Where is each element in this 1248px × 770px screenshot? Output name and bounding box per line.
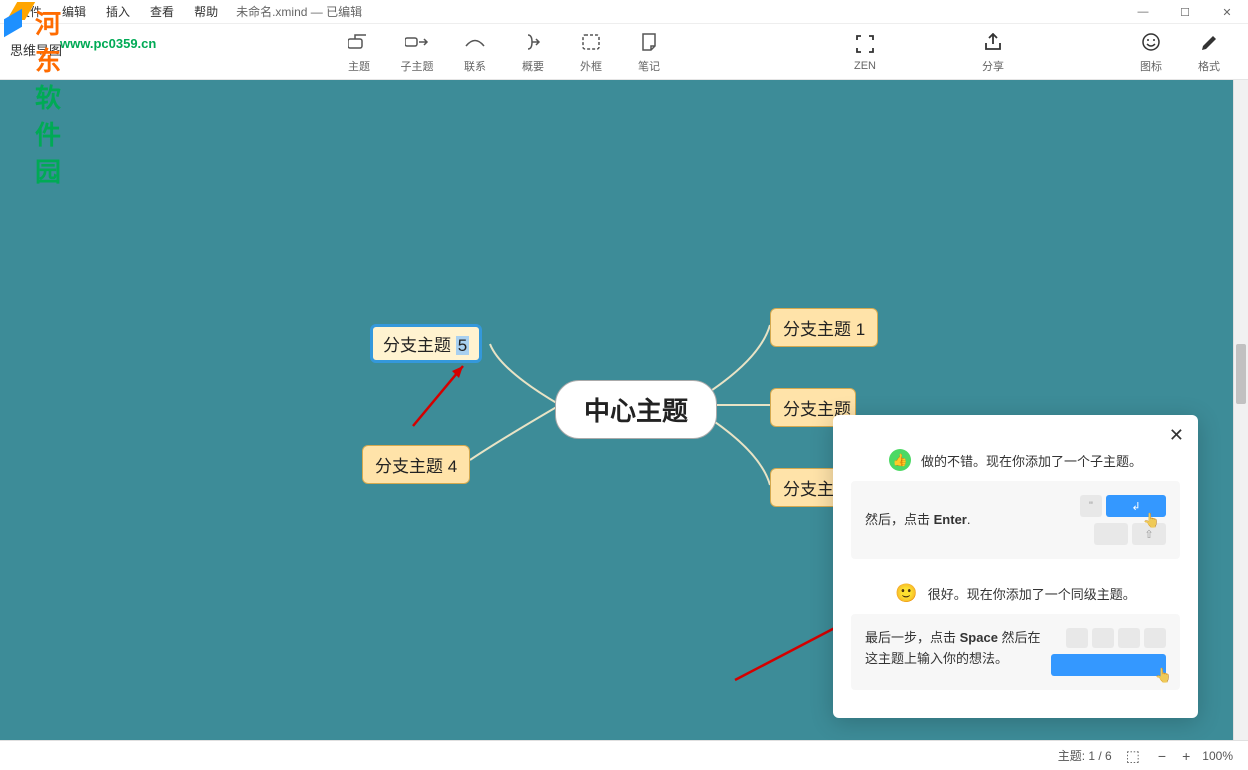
toolbar-format[interactable]: 格式	[1185, 30, 1233, 74]
toolbar-zen[interactable]: ZEN	[841, 30, 889, 74]
window-controls: — ☐ ✕	[1122, 0, 1248, 24]
smile-icon	[1142, 30, 1160, 54]
node-text-selection: 5	[456, 336, 469, 355]
note-icon	[641, 30, 657, 54]
toolbar-note[interactable]: 笔记	[625, 30, 673, 74]
toolbar-sticker[interactable]: 图标	[1127, 30, 1175, 74]
red-arrow-1	[408, 356, 488, 441]
relationship-icon	[464, 30, 486, 54]
minimize-button[interactable]: —	[1122, 0, 1164, 24]
statusbar: 主题: 1 / 6 ⬚ − + 100%	[0, 740, 1248, 770]
node-branch-1[interactable]: 分支主题 1	[770, 308, 878, 347]
vertical-scrollbar[interactable]	[1233, 80, 1248, 740]
tip2-text: 很好。现在你添加了一个同级主题。	[928, 584, 1136, 603]
keyboard-hint-enter: "↲ ⇧ 👆	[1080, 495, 1166, 545]
keyboard-hint-space: 👆	[1051, 628, 1166, 676]
zen-icon	[856, 32, 874, 56]
menubar: 文件 编辑 插入 查看 帮助 未命名.xmind — 已编辑	[0, 0, 1248, 24]
toolbar: 主题 子主题 联系 概要 外框 笔记 ZEN 分享 图标 格式	[0, 24, 1248, 80]
hint-box-1: 然后，点击 Enter. "↲ ⇧ 👆	[851, 481, 1180, 559]
tutorial-panel: ✕ 👍 做的不错。现在你添加了一个子主题。 然后，点击 Enter. "↲ ⇧ …	[833, 415, 1198, 718]
thumbs-up-icon: 👍	[889, 449, 911, 471]
topic-count: 主题: 1 / 6	[1058, 747, 1112, 764]
maximize-button[interactable]: ☐	[1164, 0, 1206, 24]
zoom-level[interactable]: 100%	[1202, 749, 1233, 763]
zoom-in[interactable]: +	[1178, 748, 1194, 764]
toolbar-topic[interactable]: 主题	[335, 30, 383, 74]
smile-emoji-icon: 🙂	[895, 583, 917, 604]
window-title: 未命名.xmind — 已编辑	[236, 3, 362, 20]
toolbar-share[interactable]: 分享	[969, 30, 1017, 74]
canvas[interactable]: 中心主题 分支主题 5 分支主题 4 分支主题 1 分支主题 分支主题 ✕ 👍 …	[0, 80, 1233, 740]
tip1-text: 做的不错。现在你添加了一个子主题。	[921, 451, 1142, 470]
tutorial-close[interactable]: ✕	[1169, 425, 1184, 446]
close-button[interactable]: ✕	[1206, 0, 1248, 24]
menu-insert[interactable]: 插入	[96, 3, 140, 20]
summary-icon	[524, 30, 542, 54]
toolbar-subtopic[interactable]: 子主题	[393, 30, 441, 74]
menu-edit[interactable]: 编辑	[52, 3, 96, 20]
format-icon	[1200, 30, 1218, 54]
node-center[interactable]: 中心主题	[555, 380, 717, 439]
boundary-icon	[582, 30, 600, 54]
hint-box-2: 最后一步，点击 Space 然后在这主题上输入你的想法。 👆	[851, 614, 1180, 690]
toolbar-summary[interactable]: 概要	[509, 30, 557, 74]
share-icon	[984, 30, 1002, 54]
toolbar-boundary[interactable]: 外框	[567, 30, 615, 74]
menu-view[interactable]: 查看	[140, 3, 184, 20]
map-icon[interactable]: ⬚	[1126, 747, 1140, 765]
subtopic-icon	[405, 30, 429, 54]
scrollbar-thumb[interactable]	[1236, 344, 1246, 404]
node-text: 分支主题	[383, 336, 456, 355]
toolbar-relationship[interactable]: 联系	[451, 30, 499, 74]
tab-mindmap[interactable]: 思维导图	[10, 40, 62, 59]
menu-file[interactable]: 文件	[8, 3, 52, 20]
menu-help[interactable]: 帮助	[184, 3, 228, 20]
node-branch-4[interactable]: 分支主题 4	[362, 445, 470, 484]
topic-icon	[348, 30, 370, 54]
zoom-out[interactable]: −	[1154, 748, 1170, 764]
